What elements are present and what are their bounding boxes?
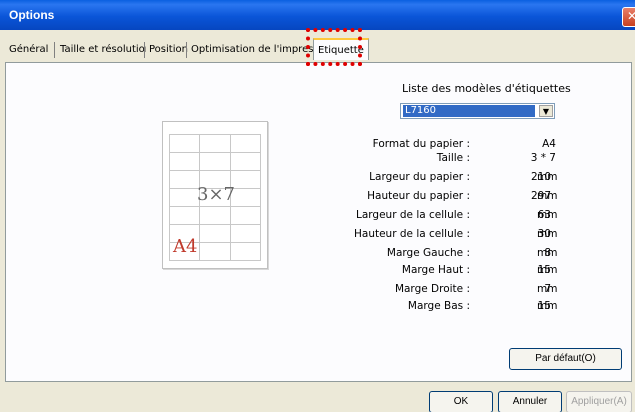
- prop-unit: mm: [537, 300, 558, 312]
- prop-label: Marge Bas :: [407, 300, 470, 312]
- grid-cell: [199, 151, 231, 171]
- prop-unit: mm: [537, 209, 558, 221]
- prop-unit: mm: [537, 228, 558, 240]
- tab-highlight-annotation: [306, 28, 362, 66]
- tab-general[interactable]: Général: [6, 40, 52, 60]
- prop-unit: mm: [537, 283, 558, 295]
- grid-cell: [229, 223, 262, 243]
- title-bar: Options: [0, 0, 635, 30]
- label-model-select[interactable]: L7160 ▼: [400, 103, 555, 119]
- tab-position[interactable]: Position: [146, 40, 191, 60]
- prop-unit: mm: [537, 264, 558, 276]
- grid-cell: [168, 151, 201, 171]
- close-button[interactable]: ✕: [622, 7, 635, 27]
- label-list-heading: Liste des modèles d'étiquettes: [402, 82, 571, 95]
- ok-button[interactable]: OK: [429, 391, 493, 412]
- prop-label: Format du papier :: [372, 138, 470, 150]
- prop-value: A4: [542, 138, 556, 150]
- grid-cell: [199, 241, 231, 261]
- grid-cell: [229, 133, 262, 153]
- grid-cell: [229, 241, 262, 261]
- prop-label: Marge Gauche :: [386, 247, 470, 259]
- prop-unit: mm: [537, 247, 558, 259]
- prop-label: Largeur du papier :: [369, 171, 470, 183]
- apply-button[interactable]: Appliquer(A): [566, 391, 632, 412]
- tab-divider: [144, 42, 145, 58]
- dropdown-arrow-icon[interactable]: ▼: [539, 105, 553, 117]
- grid-cell: [199, 133, 231, 153]
- grid-cell: [168, 205, 201, 225]
- prop-label: Taille :: [436, 152, 470, 164]
- cancel-button[interactable]: Annuler: [498, 391, 562, 412]
- prop-unit: mm: [537, 171, 558, 183]
- tab-divider: [54, 42, 55, 58]
- tab-size-resolution[interactable]: Taille et résolution: [57, 40, 155, 60]
- grid-cell: [199, 223, 231, 243]
- prop-label: Hauteur de la cellule :: [354, 228, 470, 240]
- prop-unit: mm: [537, 190, 558, 202]
- default-button[interactable]: Par défaut(O): [509, 348, 622, 370]
- grid-cell: [199, 205, 231, 225]
- prop-label: Largeur de la cellule :: [356, 209, 470, 221]
- label-model-value: L7160: [403, 105, 535, 117]
- grid-cell: [229, 151, 262, 171]
- prop-label: Hauteur du papier :: [367, 190, 470, 202]
- prop-label: Marge Droite :: [394, 283, 470, 295]
- label-preview: 3×7 A4: [162, 121, 268, 269]
- tab-divider: [186, 42, 187, 58]
- grid-cell: [229, 205, 262, 225]
- window-title: Options: [9, 8, 55, 22]
- prop-value: 3 * 7: [530, 152, 556, 164]
- preview-layout-text: 3×7: [197, 184, 235, 205]
- preview-format-text: A4: [173, 236, 198, 257]
- grid-cell: [168, 133, 201, 153]
- prop-label: Marge Haut :: [401, 264, 470, 276]
